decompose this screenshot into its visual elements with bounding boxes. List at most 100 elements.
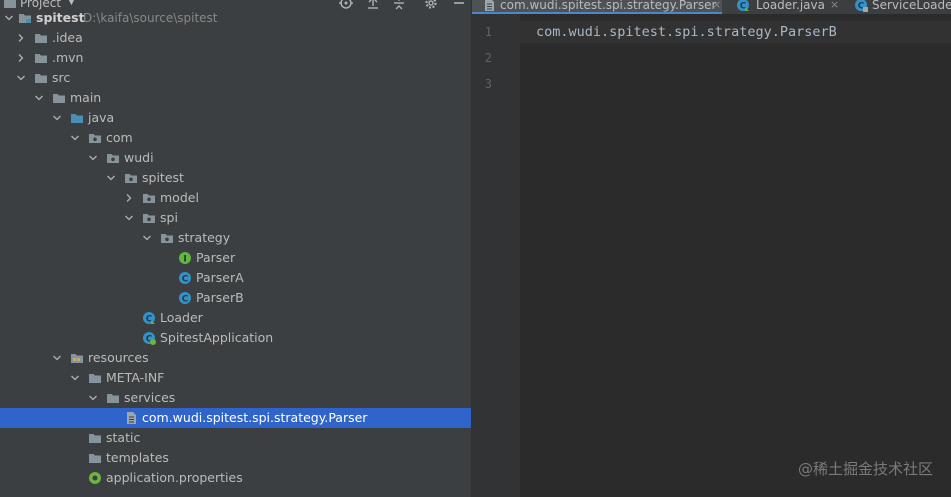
close-tab-icon[interactable]: ×	[830, 0, 839, 14]
class-main-icon: C	[143, 312, 155, 325]
chevron-down-icon[interactable]	[52, 353, 62, 363]
tree-node-label: model	[160, 190, 199, 205]
package-icon	[125, 174, 137, 183]
tree-node-label: java	[88, 110, 115, 125]
tree-node-parser[interactable]: I Parser	[0, 248, 471, 268]
tree-node-com[interactable]: com	[0, 128, 471, 148]
chevron-right-icon[interactable]	[16, 33, 26, 43]
chevron-down-icon[interactable]	[88, 393, 98, 403]
view-dropdown-icon[interactable]: ▼	[68, 0, 75, 7]
chevron-down-icon[interactable]	[88, 153, 98, 163]
package-icon	[89, 134, 101, 143]
tree-node-idea[interactable]: .idea	[0, 28, 471, 48]
tree-node-label: strategy	[178, 230, 231, 245]
tree-node-label: Loader	[160, 310, 203, 325]
project-tool-window: Project ▼ spitest D:\kaifa\source\spitest…	[0, 0, 471, 497]
tab-serviceloader[interactable]: C ServiceLoade	[850, 0, 951, 14]
tree-node-main[interactable]: main	[0, 88, 471, 108]
tree-node-loader[interactable]: C Loader	[0, 308, 471, 328]
chevron-down-icon[interactable]	[16, 73, 26, 83]
tree-node-java[interactable]: java	[0, 108, 471, 128]
folder-icon	[89, 454, 101, 463]
tree-node-label: wudi	[124, 150, 154, 165]
chevron-down-icon[interactable]	[106, 173, 116, 183]
chevron-down-icon[interactable]	[142, 233, 152, 243]
tree-node-strategy[interactable]: strategy	[0, 228, 471, 248]
tree-node-spitest[interactable]: spitest	[0, 168, 471, 188]
tree-node-label: services	[124, 390, 176, 405]
chevron-down-icon[interactable]	[70, 133, 80, 143]
line-number: 3	[484, 77, 492, 91]
module-folder-icon	[19, 14, 31, 23]
chevron-down-icon[interactable]	[4, 13, 14, 23]
package-icon	[143, 214, 155, 223]
tree-node-services[interactable]: services	[0, 388, 471, 408]
spring-boot-class-icon: C	[143, 332, 156, 345]
tree-node-label: ParserA	[196, 270, 244, 285]
tree-node-label: .idea	[52, 30, 83, 45]
tree-node-parsera[interactable]: C ParserA	[0, 268, 471, 288]
tree-node-label: main	[70, 90, 102, 105]
text-file-icon	[127, 412, 136, 424]
svg-text:C: C	[182, 275, 189, 285]
tree-node-spitest[interactable]: spitest D:\kaifa\source\spitest	[0, 8, 471, 28]
chevron-down-icon[interactable]	[124, 213, 134, 223]
chevron-down-icon[interactable]	[52, 113, 62, 123]
tree-node-label: SpitestApplication	[160, 330, 274, 345]
tree-node-templates[interactable]: templates	[0, 448, 471, 468]
chevron-right-icon[interactable]	[16, 53, 26, 63]
package-icon	[143, 194, 155, 203]
chevron-down-icon[interactable]	[70, 373, 80, 383]
tree-node-parserb[interactable]: C ParserB	[0, 288, 471, 308]
tree-node-label: templates	[106, 450, 169, 465]
tree-node-label: application.properties	[106, 470, 243, 485]
tree-node-label: ParserB	[196, 290, 244, 305]
chevron-down-icon[interactable]	[34, 93, 44, 103]
tree-node-wudi[interactable]: wudi	[0, 148, 471, 168]
tree-node-application-properties[interactable]: application.properties	[0, 468, 471, 488]
folder-icon	[89, 374, 101, 383]
class-main-icon: C	[737, 0, 749, 12]
module-path-hint: D:\kaifa\source\spitest	[83, 11, 218, 25]
svg-text:I: I	[183, 255, 186, 265]
package-icon	[161, 234, 173, 243]
editor-area: com.wudi.spitest.spi.strategy.Parser × C…	[472, 0, 951, 497]
tree-node-com-wudi-spitest-spi-strategy-parser[interactable]: com.wudi.spitest.spi.strategy.Parser	[0, 408, 471, 428]
tab-label: Loader.java	[756, 0, 825, 12]
interface-icon: I	[179, 252, 191, 265]
tree-node-label: com.wudi.spitest.spi.strategy.Parser	[142, 410, 368, 425]
line-number-gutter: 1 2 3	[472, 14, 520, 497]
text-file-icon	[485, 0, 494, 11]
tree-node-model[interactable]: model	[0, 188, 471, 208]
watermark: @稀土掘金技术社区	[797, 460, 933, 478]
folder-icon	[35, 34, 47, 43]
tree-node-label: spitest	[142, 170, 184, 185]
tree-node-label: spitest	[36, 10, 85, 25]
tree-node-label: com	[106, 130, 133, 145]
tab-label: ServiceLoade	[872, 0, 951, 12]
folder-icon	[35, 54, 47, 63]
folder-icon	[89, 434, 101, 443]
tree-node-spitestapplication[interactable]: C SpitestApplication	[0, 328, 471, 348]
folder-icon	[35, 74, 47, 83]
line-number: 2	[484, 51, 492, 65]
class-icon: C	[179, 272, 191, 285]
tree-node-label: .mvn	[52, 50, 84, 65]
tree-node-spi[interactable]: spi	[0, 208, 471, 228]
svg-text:C: C	[182, 295, 189, 305]
tree-node-label: META-INF	[106, 370, 165, 385]
chevron-right-icon[interactable]	[124, 193, 134, 203]
code-line[interactable]: com.wudi.spitest.spi.strategy.ParserB	[536, 24, 837, 40]
tree-node-label: Parser	[196, 250, 236, 265]
tree-node-label: src	[52, 70, 71, 85]
tree-node-src[interactable]: src	[0, 68, 471, 88]
tree-node-meta-inf[interactable]: META-INF	[0, 368, 471, 388]
class-icon: C	[855, 0, 868, 12]
package-icon	[107, 154, 119, 163]
tab-loader-java[interactable]: C Loader.java ×	[730, 0, 848, 14]
tree-node-static[interactable]: static	[0, 428, 471, 448]
source-root-folder-icon	[71, 114, 83, 123]
tree-node-mvn[interactable]: .mvn	[0, 48, 471, 68]
resources-folder-icon	[71, 354, 83, 363]
tree-node-resources[interactable]: resources	[0, 348, 471, 368]
